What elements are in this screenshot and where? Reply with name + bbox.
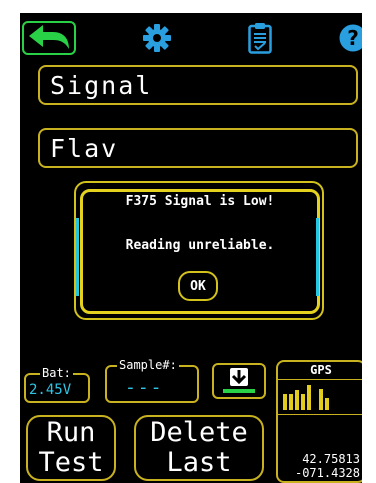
device-screen: ? Signal Flav F375 Signal is Low! Readin…	[20, 13, 362, 483]
delete-last-label-line1: Delete	[150, 417, 248, 448]
dialog-right-accent	[316, 218, 319, 296]
battery-indicator: Bat: 2.45V	[24, 366, 90, 403]
sample-label: Sample#:	[117, 358, 179, 372]
gps-signal-bar	[319, 389, 323, 410]
signal-field-value: Signal	[50, 71, 153, 100]
gps-signal-bar	[295, 390, 299, 410]
gps-panel: GPS 42.75813 -071.4328	[276, 360, 362, 483]
run-test-label-line2: Test	[38, 447, 104, 478]
report-button[interactable]	[243, 21, 277, 55]
gps-divider	[278, 414, 362, 415]
gps-signal-bar	[289, 394, 293, 410]
back-arrow-icon	[29, 25, 69, 49]
flav-field[interactable]: Flav	[38, 128, 358, 168]
clipboard-check-icon	[248, 23, 272, 54]
flav-field-value: Flav	[50, 134, 119, 163]
sample-number-display: Sample#: ---	[105, 358, 199, 403]
run-test-label-line1: Run	[46, 417, 96, 448]
gps-latitude: 42.75813	[302, 452, 360, 466]
delete-last-button[interactable]: Delete Last	[134, 415, 264, 481]
battery-value: 2.45V	[29, 382, 72, 398]
gps-signal-bar	[325, 398, 329, 410]
run-test-button[interactable]: Run Test	[26, 415, 116, 481]
download-arrow-icon	[223, 368, 255, 393]
back-button[interactable]	[22, 21, 76, 55]
alert-message-title: F375 Signal is Low!	[125, 194, 275, 209]
sample-value: ---	[125, 377, 164, 398]
help-icon: ?	[339, 24, 362, 52]
gps-longitude: -071.4328	[294, 466, 360, 480]
help-button[interactable]: ?	[338, 21, 362, 55]
dialog-left-accent	[76, 218, 79, 296]
alert-message-body: Reading unreliable.	[125, 238, 275, 253]
help-symbol: ?	[347, 26, 359, 50]
settings-button[interactable]	[140, 21, 174, 55]
gps-title: GPS	[310, 363, 332, 377]
battery-label: Bat:	[40, 366, 73, 380]
gps-signal-bar	[301, 394, 305, 410]
signal-field[interactable]: Signal	[38, 65, 358, 105]
gps-signal-bars	[281, 382, 362, 410]
delete-last-label-line2: Last	[166, 447, 232, 478]
gps-signal-bar	[283, 394, 287, 410]
gps-divider	[278, 379, 362, 380]
ok-button[interactable]: OK	[178, 271, 218, 301]
gear-icon	[143, 24, 171, 52]
gps-signal-bar	[307, 385, 311, 410]
download-button[interactable]	[212, 363, 266, 399]
